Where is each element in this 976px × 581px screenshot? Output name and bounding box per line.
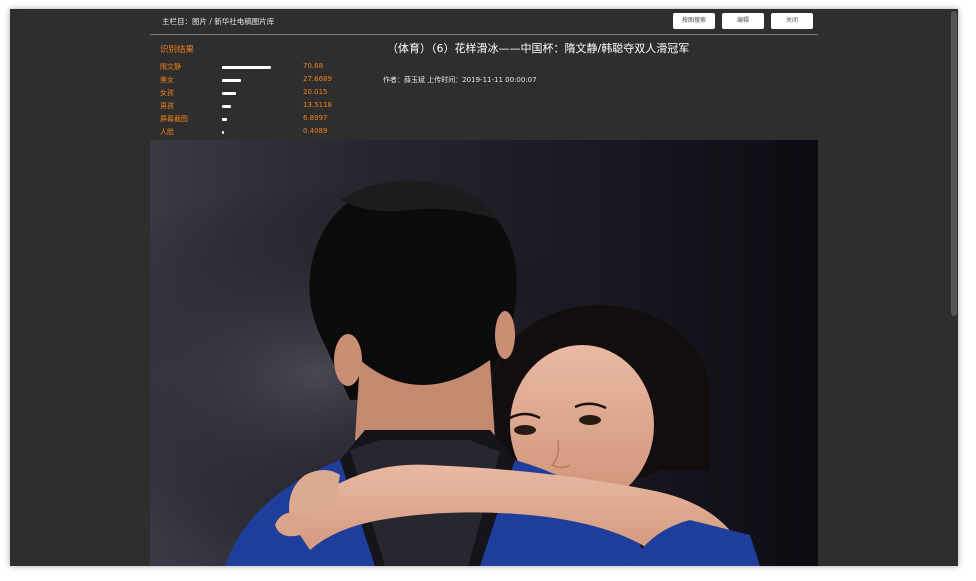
recognition-value: 20.015 [303, 88, 328, 96]
recognition-value: 6.8997 [303, 114, 328, 122]
recognition-label: 人脸 [160, 128, 174, 136]
recognition-value: 70.68 [303, 62, 324, 70]
confidence-bar [222, 131, 224, 134]
recognition-value: 27.6689 [303, 75, 332, 83]
recognition-label: 隋文静 [160, 63, 181, 71]
confidence-bar [222, 105, 232, 108]
main-photo [150, 140, 818, 566]
close-button[interactable]: 关闭 [771, 13, 813, 29]
recognition-label: 美女 [160, 76, 174, 84]
edit-button[interactable]: 编辑 [722, 13, 764, 29]
scrollbar[interactable] [948, 9, 958, 566]
recognition-value: 13.5118 [303, 101, 332, 109]
breadcrumb: 主栏目：图片 / 新华社电稿图片库 [162, 17, 275, 26]
recognition-item: 女孩 20.015 [160, 88, 350, 101]
recognition-item: 人脸 0.4089 [160, 127, 350, 140]
recognition-label: 男孩 [160, 102, 174, 110]
top-bar: 主栏目：图片 / 新华社电稿图片库 按图搜索 编辑 关闭 [150, 9, 818, 35]
image-viewer-window: 主栏目：图片 / 新华社电稿图片库 按图搜索 编辑 关闭 识别结果 隋文静 70… [10, 9, 958, 566]
recognition-item: 屏幕截图 6.8997 [160, 114, 350, 127]
search-by-image-button[interactable]: 按图搜索 [673, 13, 715, 29]
confidence-bar [222, 118, 227, 121]
recognition-label: 女孩 [160, 89, 174, 97]
confidence-bar [222, 92, 236, 95]
photo-illustration [150, 140, 818, 566]
confidence-bar [222, 66, 272, 69]
recognition-title: 识别结果 [160, 45, 195, 55]
article-title: （体育）（6）花样滑冰——中国杯：隋文静/韩聪夺双人滑冠军 [387, 42, 690, 55]
recognition-item: 美女 27.6689 [160, 75, 350, 88]
article-meta: 作者：薛玉斌 上传时间：2019-11-11 00:00:07 [383, 76, 537, 84]
recognition-item: 男孩 13.5118 [160, 101, 350, 114]
scrollbar-thumb[interactable] [951, 11, 957, 316]
recognition-value: 0.4089 [303, 127, 328, 135]
recognition-list: 隋文静 70.68 美女 27.6689 女孩 20.015 男孩 13.511… [160, 62, 350, 140]
confidence-bar [222, 79, 242, 82]
recognition-item: 隋文静 70.68 [160, 62, 350, 75]
recognition-label: 屏幕截图 [160, 115, 188, 123]
viewer-content: 主栏目：图片 / 新华社电稿图片库 按图搜索 编辑 关闭 识别结果 隋文静 70… [150, 9, 818, 566]
